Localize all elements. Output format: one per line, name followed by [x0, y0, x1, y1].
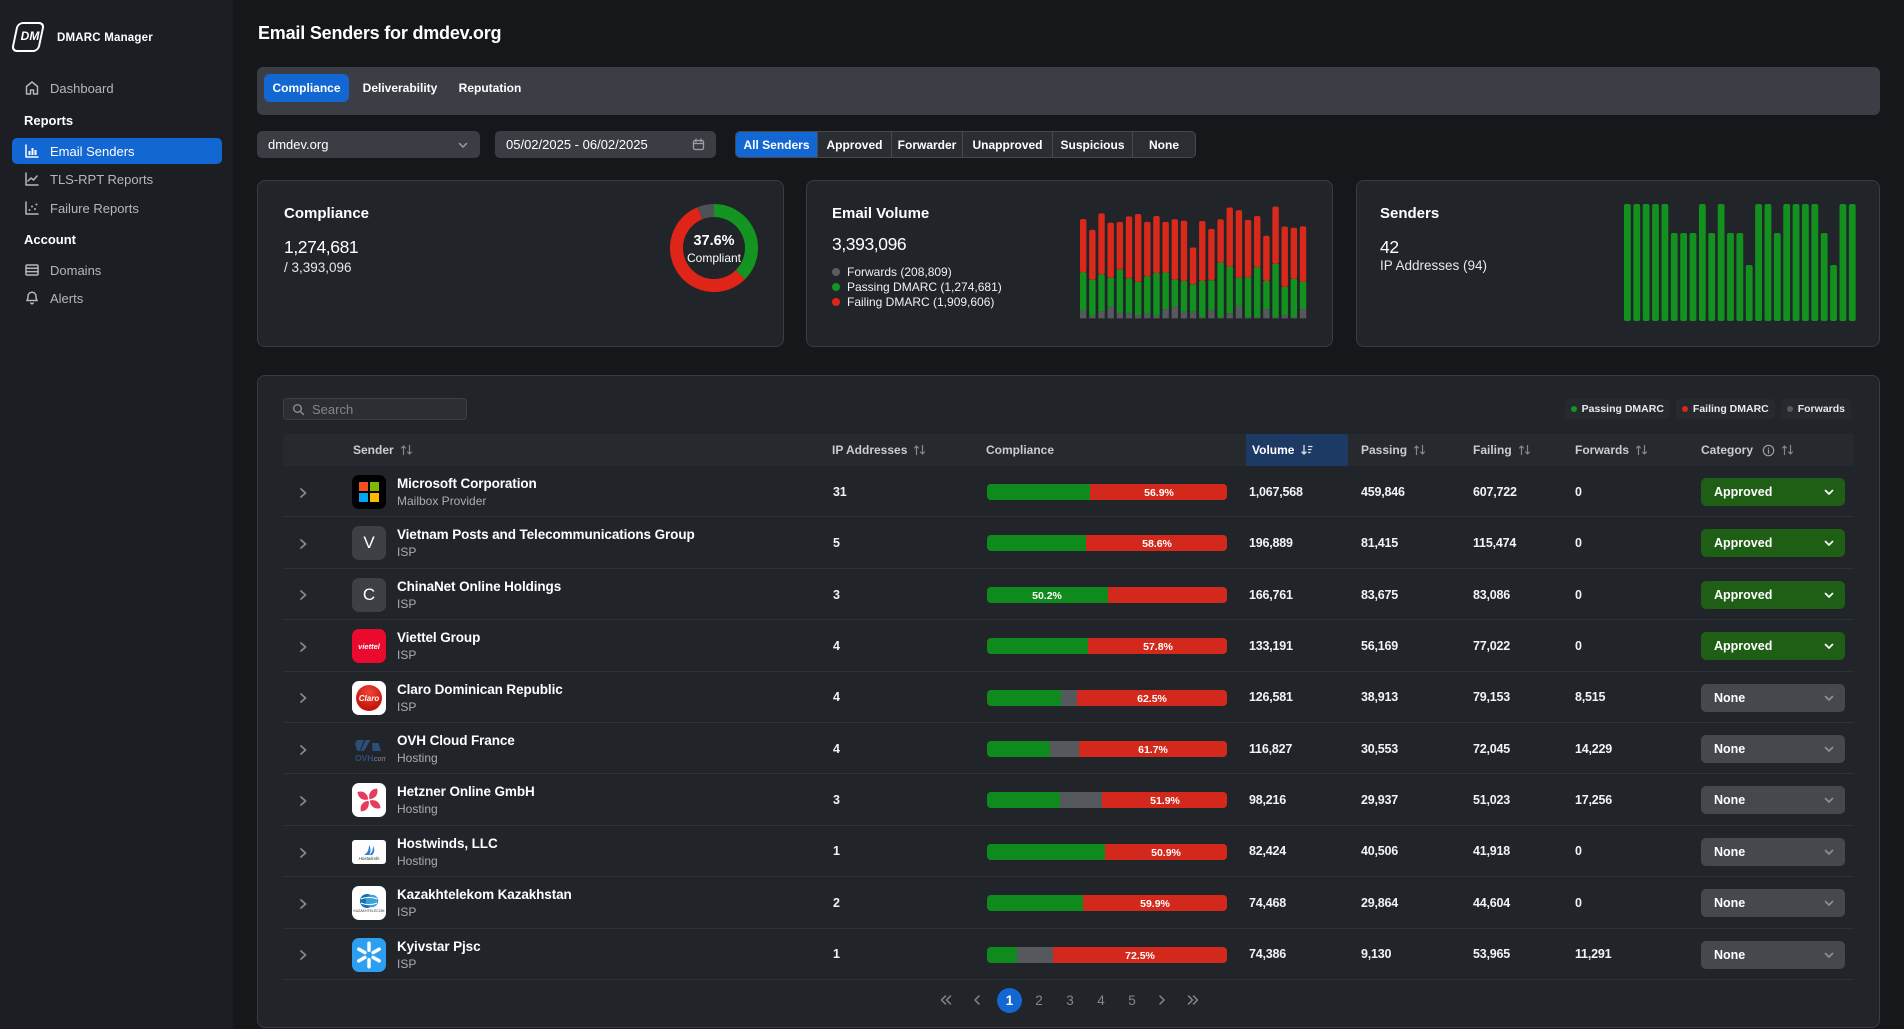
- svg-text:.com: .com: [372, 756, 386, 763]
- svg-text:OVH: OVH: [355, 753, 373, 763]
